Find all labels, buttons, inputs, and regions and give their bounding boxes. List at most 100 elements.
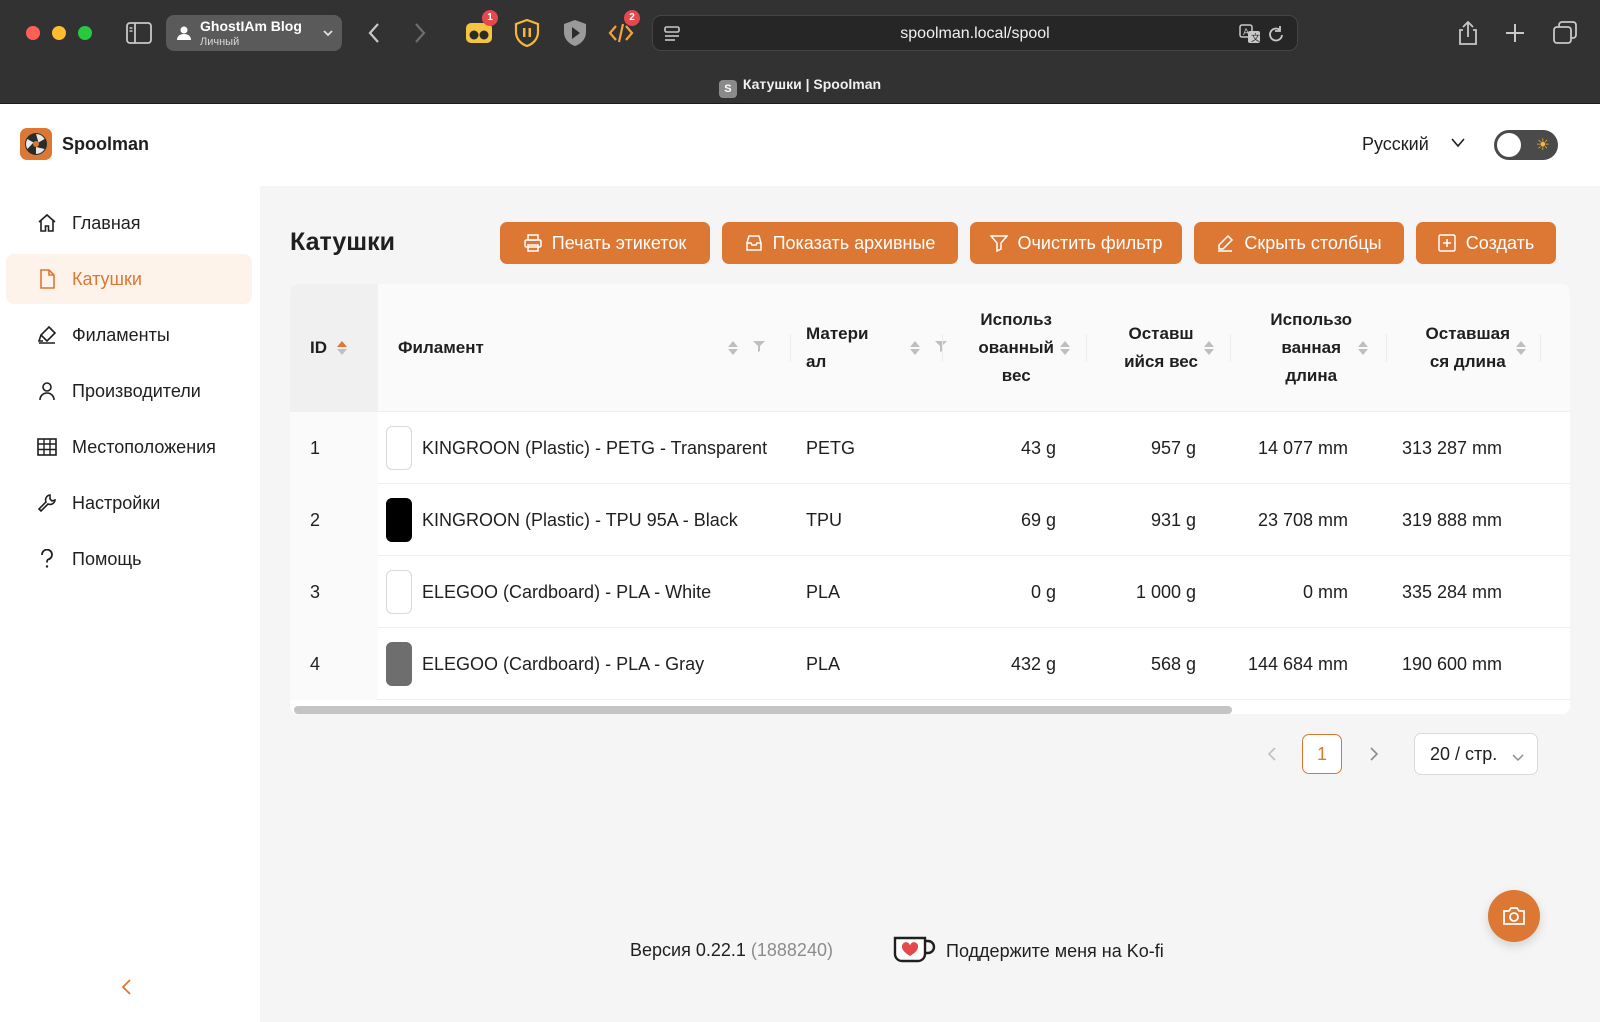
sort-icon[interactable] <box>727 341 738 355</box>
url-text: spoolman.local/spool <box>900 25 1050 42</box>
column-header-remaining-weight[interactable]: Оставш ийся вес <box>1096 284 1228 412</box>
show-archived-button[interactable]: Показать архивные <box>722 222 958 264</box>
sidebar-item-help[interactable]: Помощь <box>6 534 252 584</box>
commit-hash[interactable]: (1888240) <box>751 940 833 960</box>
code-icon[interactable]: 2 <box>606 10 640 48</box>
kofi-cup-icon <box>892 934 936 969</box>
cell-filament[interactable]: ELEGOO (Cardboard) - PLA - Gray <box>386 628 704 700</box>
sidebar-item-label: Помощь <box>72 548 142 569</box>
column-header-used-weight[interactable]: Использ ованный вес <box>952 284 1084 412</box>
hide-columns-button[interactable]: Скрыть столбцы <box>1194 222 1404 264</box>
sidebar-item-spools[interactable]: Катушки <box>6 254 252 304</box>
cell-used-length: 0 mm <box>1303 581 1348 602</box>
reload-icon[interactable] <box>1267 24 1285 49</box>
camera-icon <box>1503 907 1525 925</box>
sort-icon[interactable] <box>1516 341 1526 355</box>
minimize-window-button[interactable] <box>52 26 66 40</box>
theme-toggle[interactable]: ☀ <box>1494 130 1558 160</box>
color-swatch <box>386 570 412 614</box>
sidebar: Главная Катушки Филаменты Производители … <box>0 186 260 1022</box>
kofi-link[interactable]: Поддержите меня на Ko-fi <box>892 934 1164 969</box>
column-header-filament[interactable]: Филамент <box>398 284 788 412</box>
sidebar-item-locations[interactable]: Местоположения <box>6 422 252 472</box>
forward-icon[interactable] <box>410 22 430 44</box>
horizontal-scrollbar[interactable] <box>294 706 1232 714</box>
cell-id: 4 <box>310 653 321 674</box>
spoolman-logo-icon[interactable] <box>20 128 52 160</box>
table-row[interactable]: 3 ELEGOO (Cardboard) - PLA - White PLA 0… <box>290 556 1570 628</box>
tab-overview-icon[interactable] <box>1552 20 1578 46</box>
share-icon[interactable] <box>1456 20 1480 46</box>
cell-filament[interactable]: ELEGOO (Cardboard) - PLA - White <box>386 556 711 628</box>
brand-name[interactable]: Spoolman <box>62 134 149 155</box>
plus-square-icon <box>1438 234 1456 252</box>
column-header-id[interactable]: ID <box>290 284 378 412</box>
profile-switcher[interactable]: GhostIAm Blog Личный <box>166 15 342 51</box>
tampermonkey-icon[interactable]: 1 <box>464 10 498 48</box>
cell-material: PLA <box>806 581 841 602</box>
button-label: Создать <box>1465 232 1535 253</box>
cell-remaining-weight: 931 g <box>1150 509 1196 530</box>
cell-filament[interactable]: KINGROON (Plastic) - PETG - Transparent <box>386 412 767 484</box>
file-icon <box>36 269 58 289</box>
button-label: Очистить фильтр <box>1017 232 1163 253</box>
sun-icon: ☀ <box>1535 137 1550 154</box>
sidebar-toggle-icon[interactable] <box>126 22 152 44</box>
tab-title: Катушки | Spoolman <box>742 76 882 92</box>
sidebar-item-vendors[interactable]: Производители <box>6 366 252 416</box>
cell-remaining-length: 335 284 mm <box>1401 581 1502 602</box>
table-row[interactable]: 1 KINGROON (Plastic) - PETG - Transparen… <box>290 412 1570 484</box>
shield-icon[interactable] <box>560 18 590 48</box>
column-header-material[interactable]: Матери ал <box>806 284 948 412</box>
cell-material: PETG <box>806 437 856 458</box>
sidebar-item-label: Филаменты <box>72 324 170 345</box>
cell-used-weight: 0 g <box>1030 581 1056 602</box>
ublock-icon[interactable] <box>512 18 542 48</box>
sort-icon[interactable] <box>337 341 347 355</box>
create-button[interactable]: Создать <box>1416 222 1556 264</box>
clear-filter-button[interactable]: Очистить фильтр <box>970 222 1182 264</box>
translate-icon[interactable]: A文 <box>1239 24 1261 49</box>
zoom-window-button[interactable] <box>78 26 92 40</box>
active-tab[interactable]: S Катушки | Spoolman <box>0 76 1600 98</box>
sidebar-item-home[interactable]: Главная <box>6 198 252 248</box>
sort-icon[interactable] <box>1204 341 1214 355</box>
cell-remaining-length: 190 600 mm <box>1401 653 1502 674</box>
filter-icon[interactable] <box>752 338 766 358</box>
print-labels-button[interactable]: Печать этикеток <box>500 222 710 264</box>
svg-text:文: 文 <box>1251 32 1260 44</box>
column-header-remaining-length[interactable]: Оставшая ся длина <box>1396 284 1540 412</box>
chevron-down-icon <box>322 26 334 44</box>
version-info: Версия 0.22.1 (1888240) <box>630 940 833 961</box>
page-size-select[interactable]: 20 / стр. <box>1414 733 1538 775</box>
extension-badge: 2 <box>624 10 640 26</box>
cell-filament[interactable]: KINGROON (Plastic) - TPU 95A - Black <box>386 484 738 556</box>
table-row[interactable]: 4 ELEGOO (Cardboard) - PLA - Gray PLA 43… <box>290 628 1570 700</box>
chevron-down-icon <box>1511 748 1525 769</box>
filter-icon <box>989 235 1008 252</box>
question-icon <box>36 549 58 569</box>
collapse-sidebar-icon[interactable] <box>120 978 132 1001</box>
sort-icon[interactable] <box>910 341 921 355</box>
table-icon <box>36 438 58 456</box>
close-window-button[interactable] <box>26 26 40 40</box>
address-bar[interactable]: spoolman.local/spool A文 <box>652 15 1298 51</box>
sidebar-item-filaments[interactable]: Филаменты <box>6 310 252 360</box>
new-tab-icon[interactable] <box>1504 22 1526 44</box>
language-select[interactable]: Русский <box>1362 134 1429 155</box>
back-icon[interactable] <box>364 22 384 44</box>
chevron-down-icon[interactable] <box>1450 136 1466 155</box>
user-icon <box>36 381 58 401</box>
color-swatch <box>386 642 412 686</box>
page-number-button[interactable]: 1 <box>1302 734 1342 774</box>
camera-scan-button[interactable] <box>1488 890 1540 942</box>
color-swatch <box>386 498 412 542</box>
table-row[interactable]: 2 KINGROON (Plastic) - TPU 95A - Black T… <box>290 484 1570 556</box>
next-page-icon[interactable] <box>1368 746 1380 767</box>
sort-icon[interactable] <box>1358 341 1368 355</box>
sidebar-item-settings[interactable]: Настройки <box>6 478 252 528</box>
sort-icon[interactable] <box>1060 341 1070 355</box>
kofi-text: Поддержите меня на Ko-fi <box>946 941 1164 961</box>
prev-page-icon[interactable] <box>1266 746 1278 767</box>
column-header-used-length[interactable]: Использо ванная длина <box>1240 284 1382 412</box>
